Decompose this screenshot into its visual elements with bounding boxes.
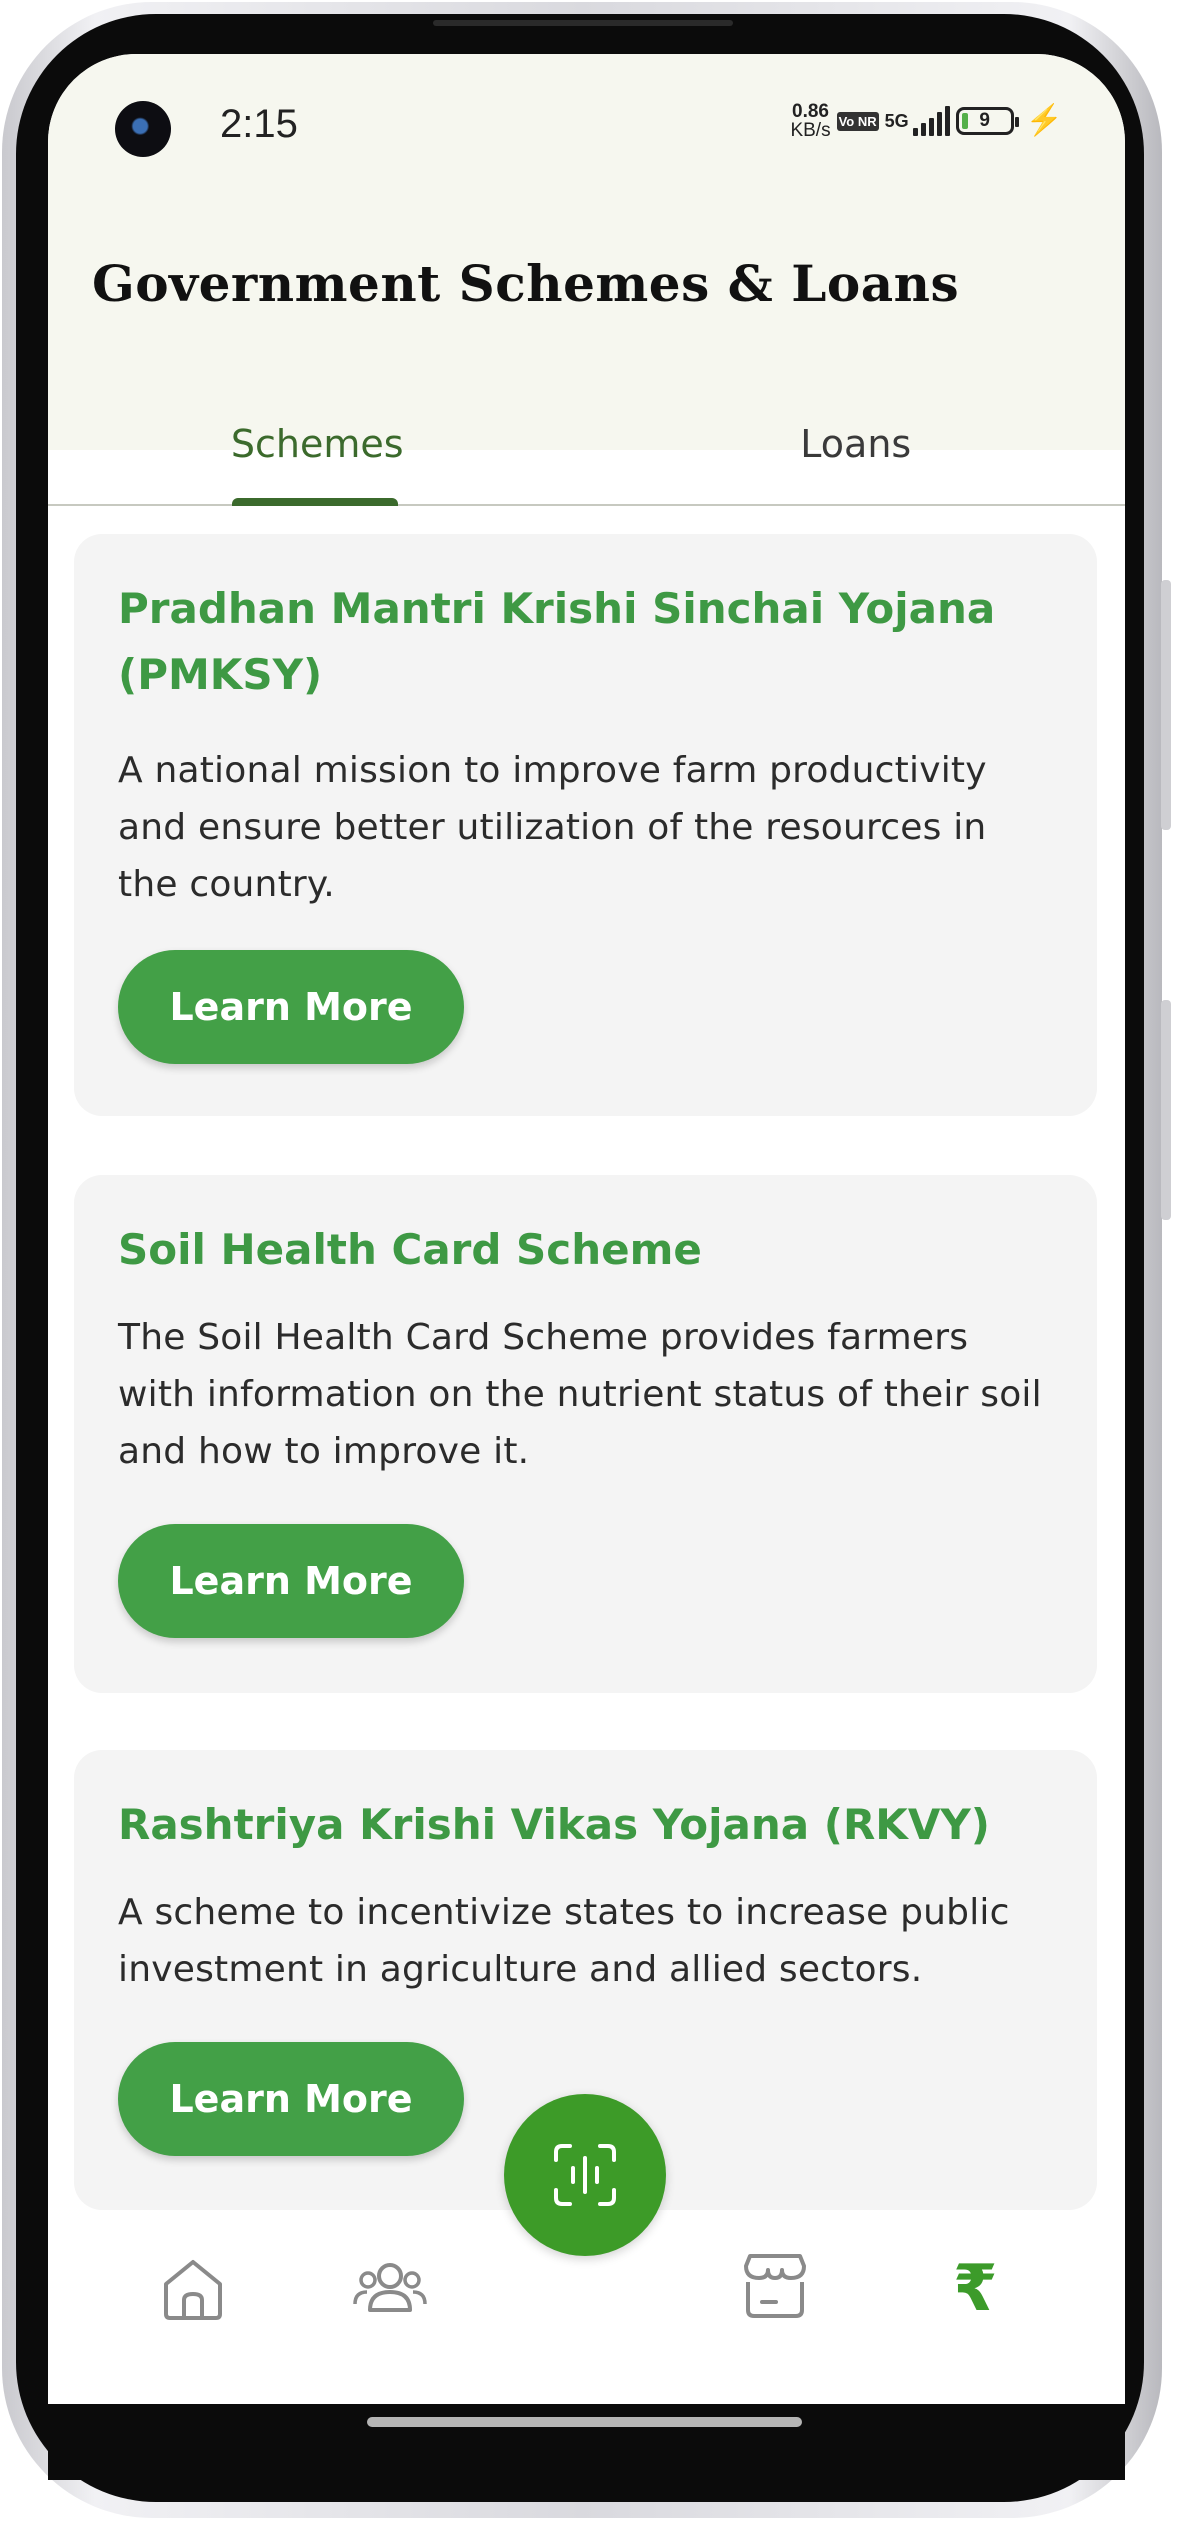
voice-assistant-icon xyxy=(554,2144,616,2206)
home-indicator[interactable] xyxy=(367,2417,802,2427)
app-header: 2:15 0.86 KB/s Vo NR 5G 9 ⚡ Government S… xyxy=(48,54,1125,506)
power-button xyxy=(1161,1000,1171,1220)
charging-icon: ⚡ xyxy=(1025,104,1063,137)
community-icon[interactable] xyxy=(352,2254,428,2318)
scheme-description: A scheme to incentivize states to increa… xyxy=(118,1892,1010,1990)
scheme-title: Rashtriya Krishi Vikas Yojana (RKVY) xyxy=(118,1800,990,1849)
page-title: Government Schemes & Loans xyxy=(92,254,960,313)
volume-button xyxy=(1161,580,1171,830)
front-camera xyxy=(115,101,171,157)
home-icon[interactable] xyxy=(158,2254,228,2324)
net-speed-value: 0.86 xyxy=(792,101,829,122)
scheme-description: The Soil Health Card Scheme provides far… xyxy=(118,1317,1042,1472)
tab-active-indicator xyxy=(232,498,398,506)
network-type: 5G xyxy=(884,110,909,131)
tab-bar: Schemes Loans xyxy=(48,384,1125,506)
battery-icon: 9 xyxy=(955,107,1019,135)
signal-icon xyxy=(912,106,950,136)
net-speed-unit: KB/s xyxy=(790,120,831,141)
tab-loans[interactable]: Loans xyxy=(587,384,1126,504)
status-icons: 0.86 KB/s Vo NR 5G 9 ⚡ xyxy=(790,102,1063,140)
volte-icon: Vo NR xyxy=(836,111,879,131)
scheme-card: Soil Health Card Scheme The Soil Health … xyxy=(74,1175,1097,1693)
screen: 2:15 0.86 KB/s Vo NR 5G 9 ⚡ Government S… xyxy=(48,54,1125,2404)
battery-level: 9 xyxy=(979,110,990,131)
store-icon[interactable] xyxy=(742,2252,808,2320)
learn-more-button[interactable]: Learn More xyxy=(118,1524,464,1638)
earpiece xyxy=(433,20,733,26)
learn-more-button[interactable]: Learn More xyxy=(118,2042,464,2156)
tab-schemes[interactable]: Schemes xyxy=(48,384,587,504)
net-speed: 0.86 KB/s xyxy=(790,102,830,140)
status-time: 2:15 xyxy=(220,102,298,146)
scheme-title: Soil Health Card Scheme xyxy=(118,1225,702,1274)
scheme-title: Pradhan Mantri Krishi Sinchai Yojana (PM… xyxy=(118,584,996,699)
scheme-card: Pradhan Mantri Krishi Sinchai Yojana (PM… xyxy=(74,534,1097,1116)
voice-assistant-button[interactable] xyxy=(504,2094,666,2256)
rupee-icon[interactable]: ₹ xyxy=(953,2252,998,2326)
bottom-bezel xyxy=(48,2404,1125,2480)
scheme-description: A national mission to improve farm produ… xyxy=(118,750,987,905)
learn-more-button[interactable]: Learn More xyxy=(118,950,464,1064)
